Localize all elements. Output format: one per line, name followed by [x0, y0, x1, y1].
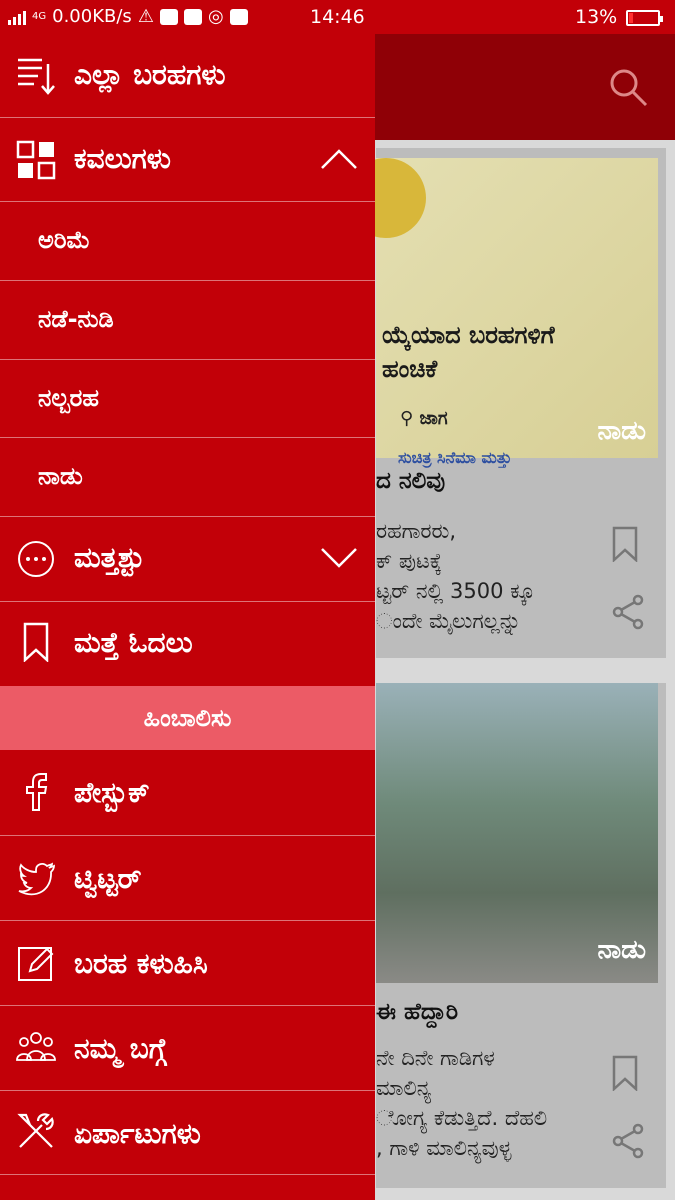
- menu-label: ನಮ್ಮ ಬಗ್ಗೆ: [74, 1032, 167, 1065]
- category-item-naadu[interactable]: ನಾಡು: [0, 438, 375, 517]
- bookmark-icon[interactable]: [612, 1055, 638, 1091]
- bookmark-icon: [23, 622, 49, 662]
- signal-icon: [8, 9, 26, 25]
- article-title[interactable]: ಈ ಹೆದ್ದಾರಿ: [376, 999, 458, 1025]
- navigation-drawer: ಎಲ್ಲಾ ಬರಹಗಳು ಕವಲುಗಳು ಅರಿಮೆ ನಡೆ-ನುಡಿ ನಲ್ಬ…: [0, 34, 375, 1200]
- article-title[interactable]: ದ ನಲಿವು: [376, 468, 445, 494]
- menu-item-read-later[interactable]: ಮತ್ತೆ ಓದಲು: [0, 602, 375, 686]
- facebook-notify-icon: [229, 8, 248, 25]
- article-excerpt: ನೇ ದಿನೇ ಗಾಡಿಗಳ ಮಾಲಿನ್ಯ ೋಗ್ಯ ಕೆಡುತ್ತಿದೆ. …: [376, 1046, 548, 1160]
- image-author: ⚲ ಜಾಗ: [400, 408, 448, 429]
- edit-icon: [18, 947, 54, 981]
- team-icon: [16, 1032, 56, 1061]
- article-card[interactable]: ನಾಡು ಈ ಹೆದ್ದಾರಿ ನೇ ದಿನೇ ಗಾಡಿಗಳ ಮಾಲಿನ್ಯ ೋ…: [376, 683, 666, 1188]
- menu-label: ಅರಿಮೆ: [38, 226, 91, 254]
- search-icon[interactable]: [607, 66, 649, 108]
- app-icon: [183, 8, 202, 25]
- menu-label: ನಡೆ-ನುಡಿ: [38, 305, 114, 333]
- menu-label: ಏರ್ಪಾಟುಗಳು: [74, 1117, 201, 1150]
- chevron-down-icon[interactable]: [320, 547, 358, 569]
- clock: 14:46: [310, 6, 365, 28]
- network-type: 4G: [32, 11, 47, 22]
- menu-label: ಕವಲುಗಳು: [74, 142, 171, 175]
- status-bar: 4G 0.00KB/s ⚠ ◎ 14:46 13%: [0, 0, 675, 34]
- category-tag: ನಾಡು: [597, 935, 646, 965]
- network-speed: 0.00KB/s: [52, 6, 132, 27]
- whatsapp-icon: ◎: [207, 6, 224, 27]
- battery-percent: 13%: [575, 6, 618, 28]
- category-item-nade-nudi[interactable]: ನಡೆ-ನುಡಿ: [0, 281, 375, 360]
- menu-item-about[interactable]: ನಮ್ಮ ಬಗ್ಗೆ: [0, 1006, 375, 1091]
- share-icon[interactable]: [610, 1123, 646, 1159]
- menu-item-facebook[interactable]: ಪೇಸ್ಬುಕ್: [0, 750, 375, 836]
- menu-label: ಮತ್ತಶ್ಟು: [74, 541, 145, 574]
- category-item-nalbaraha[interactable]: ನಲ್ಬರಹ: [0, 360, 375, 438]
- category-tag: ನಾಡು: [597, 416, 646, 446]
- categories-grid-icon: [16, 140, 56, 180]
- menu-label: ಮತ್ತೆ ಓದಲು: [74, 626, 193, 659]
- article-image: ಯ್ಕೆಯಾದ ಬರಹಗಳಿಗೆ ಹಂಚಿಕೆ ⚲ ಜಾಗ ಸುಚಿತ್ರ ಸಿ…: [346, 158, 658, 467]
- list-sort-icon: [18, 58, 55, 95]
- menu-label: ಪೇಸ್ಬುಕ್: [74, 776, 150, 809]
- bookmark-icon[interactable]: [612, 526, 638, 562]
- twitter-icon: [18, 862, 55, 896]
- category-item-arime[interactable]: ಅರಿಮೆ: [0, 202, 375, 281]
- menu-label: ಎಲ್ಲಾ ಬರಹಗಳು: [74, 58, 226, 91]
- mail-icon: [159, 8, 178, 25]
- chevron-up-icon[interactable]: [320, 148, 358, 170]
- facebook-icon: [26, 773, 48, 811]
- battery-icon: [626, 10, 663, 26]
- article-card[interactable]: ಯ್ಕೆಯಾದ ಬರಹಗಳಿಗೆ ಹಂಚಿಕೆ ⚲ ಜಾಗ ಸುಚಿತ್ರ ಸಿ…: [346, 148, 666, 658]
- menu-label: ನಾಡು: [38, 462, 83, 490]
- menu-item-submit-post[interactable]: ಬರಹ ಕಳುಹಿಸಿ: [0, 921, 375, 1006]
- menu-item-settings[interactable]: ಏರ್ಪಾಟುಗಳು: [0, 1091, 375, 1175]
- article-excerpt: ರಹಗಾರರು, ಕ್ ಪುಟಕ್ಕೆ ಟ್ಟರ್ ನಲ್ಲಿ 3500 ಕ್ಕ…: [376, 519, 536, 633]
- menu-item-twitter[interactable]: ಟ್ವಿಟ್ಟರ್: [0, 836, 375, 921]
- warning-icon: ⚠: [137, 6, 154, 27]
- image-title: ಯ್ಕೆಯಾದ ಬರಹಗಳಿಗೆ ಹಂಚಿಕೆ: [382, 321, 555, 383]
- more-dots-icon: [18, 541, 54, 577]
- menu-label: ಟ್ವಿಟ್ಟರ್: [74, 862, 142, 895]
- image-subtitle: ಸುಚಿತ್ರ ಸಿನೆಮಾ ಮತ್ತು: [398, 448, 512, 467]
- menu-label: ನಲ್ಬರಹ: [38, 384, 99, 412]
- tools-icon: [17, 1113, 54, 1148]
- menu-item-categories[interactable]: ಕವಲುಗಳು: [0, 118, 375, 202]
- menu-item-all-posts[interactable]: ಎಲ್ಲಾ ಬರಹಗಳು: [0, 34, 375, 118]
- article-image: ನಾಡು: [376, 683, 658, 983]
- menu-label: ಬರಹ ಕಳುಹಿಸಿ: [74, 947, 208, 980]
- share-icon[interactable]: [610, 594, 646, 630]
- follow-section-header: ಹಿಂಬಾಲಿಸು: [0, 686, 375, 750]
- menu-item-more[interactable]: ಮತ್ತಶ್ಟು: [0, 517, 375, 602]
